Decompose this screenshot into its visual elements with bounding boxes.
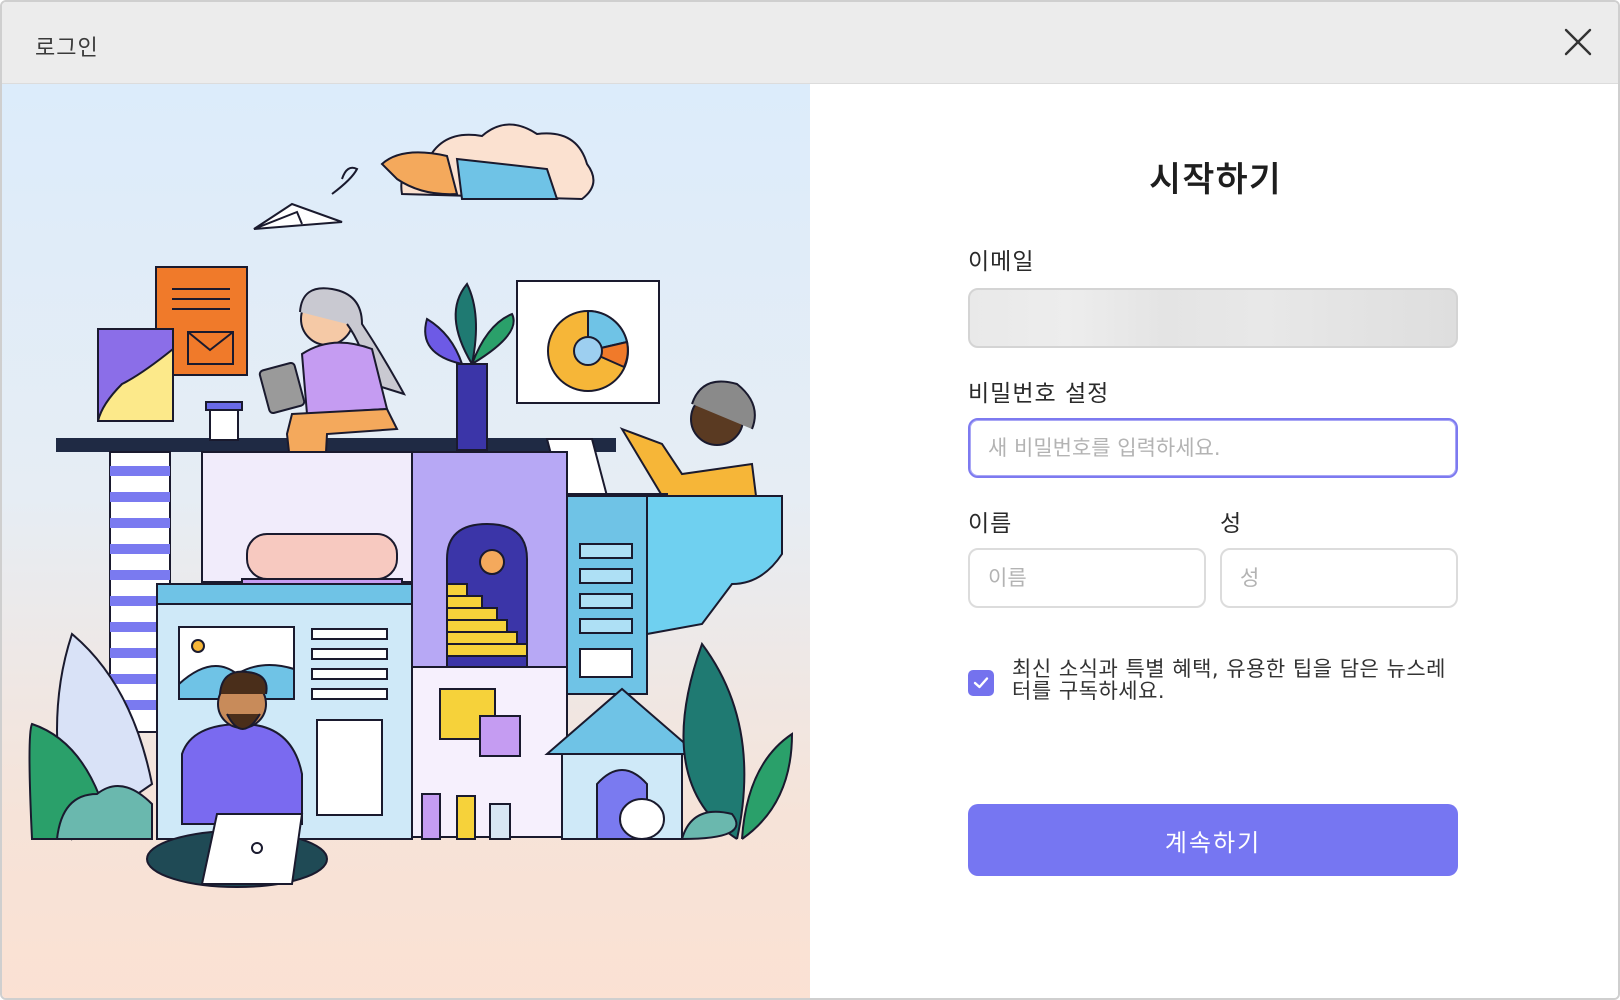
close-icon bbox=[1564, 28, 1592, 56]
email-field[interactable] bbox=[968, 288, 1458, 348]
title-bar: 로그인 bbox=[2, 2, 1618, 84]
newsletter-label: 최신 소식과 특별 혜택, 유용한 팁을 담은 뉴스레터를 구독하세요. bbox=[1012, 657, 1446, 703]
last-name-field[interactable] bbox=[1220, 548, 1458, 608]
cloud-hand-graphic bbox=[331, 123, 595, 201]
newsletter-checkbox[interactable] bbox=[968, 670, 994, 696]
first-name-label: 이름 bbox=[968, 511, 1013, 537]
password-field[interactable] bbox=[968, 418, 1458, 478]
check-icon bbox=[973, 677, 989, 689]
close-button[interactable] bbox=[1560, 24, 1596, 60]
last-name-label: 성 bbox=[1220, 511, 1243, 537]
page-title: 시작하기 bbox=[1149, 160, 1283, 200]
signup-form: 시작하기 이메일 비밀번호 설정 이름 성 최신 소식과 특별 혜택, 유용한 … bbox=[810, 84, 1618, 998]
password-label: 비밀번호 설정 bbox=[968, 381, 1110, 407]
window-title: 로그인 bbox=[35, 36, 99, 61]
first-name-field[interactable] bbox=[968, 548, 1206, 608]
email-label: 이메일 bbox=[968, 249, 1035, 275]
hero-illustration bbox=[2, 84, 810, 998]
continue-button[interactable]: 계속하기 bbox=[968, 804, 1458, 876]
workspace-illustration bbox=[28, 123, 794, 888]
login-window: 로그인 시작하기 이메일 비밀번호 설정 이름 이름 성 성 최신 소식과 특별… bbox=[0, 0, 1620, 1000]
